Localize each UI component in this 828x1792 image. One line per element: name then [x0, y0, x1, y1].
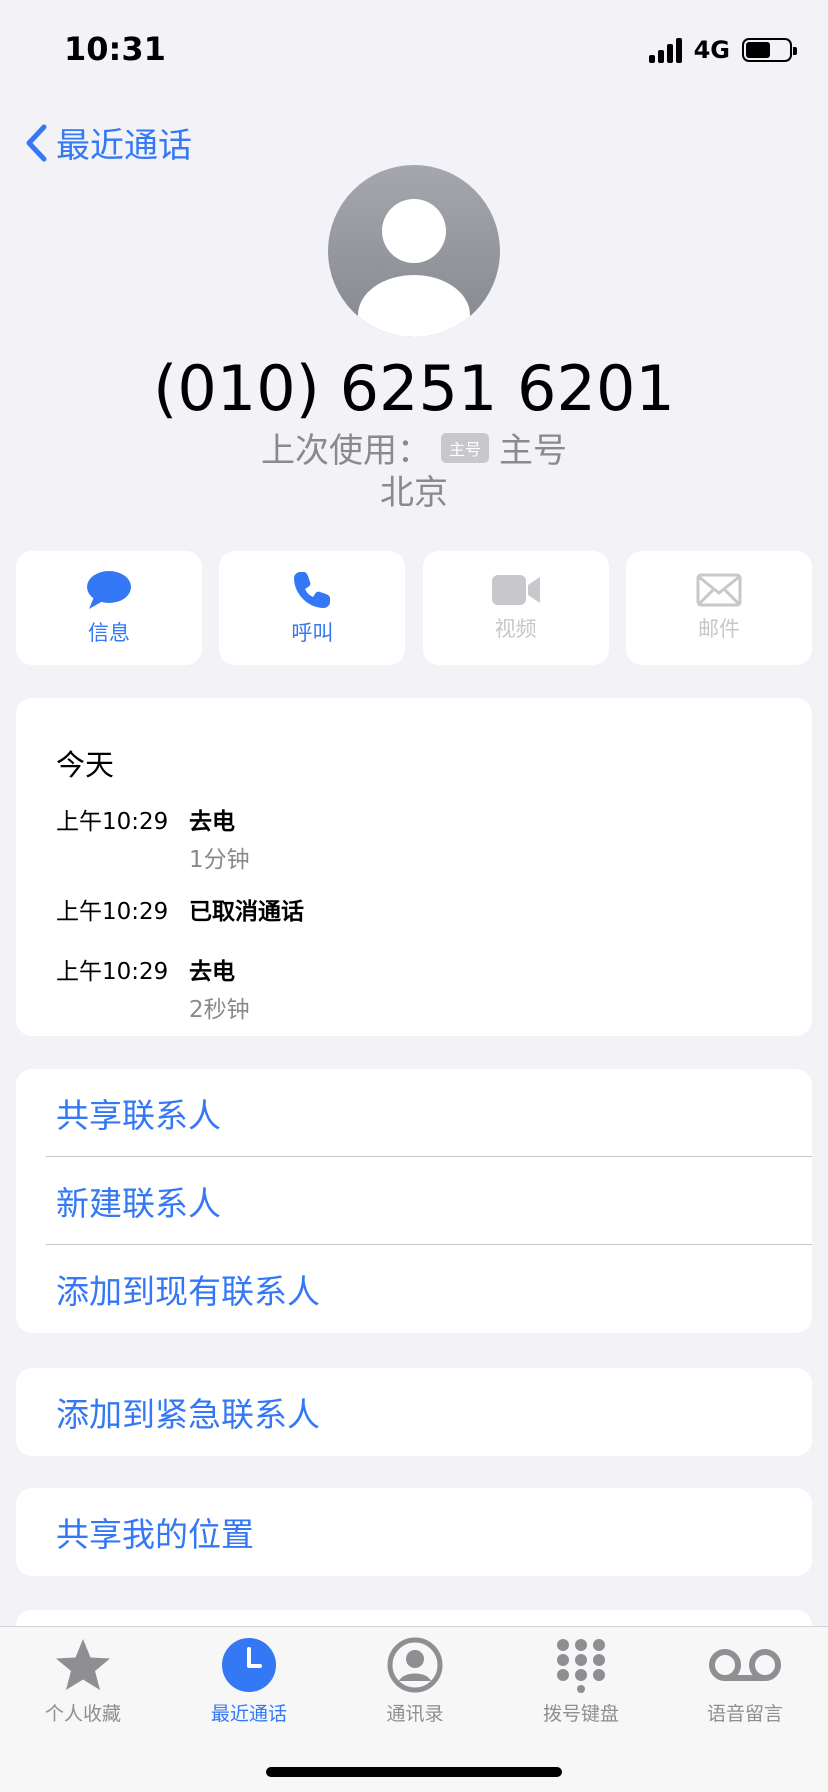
person-silhouette-icon	[358, 199, 470, 337]
tab-recents[interactable]: 最近通话	[166, 1637, 332, 1726]
call-time: 上午10:29	[56, 959, 169, 985]
call-label: 呼叫	[291, 621, 334, 645]
keypad-icon	[557, 1639, 605, 1693]
call-type: 去电	[189, 809, 235, 835]
battery-icon	[742, 38, 797, 62]
tab-keypad[interactable]: 拨号键盘	[498, 1637, 664, 1726]
mail-label: 邮件	[697, 617, 740, 641]
status-icons: 4G	[648, 36, 797, 64]
call-type: 去电	[189, 959, 235, 985]
message-icon	[87, 571, 131, 609]
tab-label: 个人收藏	[44, 1703, 121, 1725]
star-icon	[56, 1639, 110, 1690]
emergency-card: 添加到紧急联系人	[16, 1368, 812, 1456]
message-button[interactable]: 信息	[16, 551, 202, 665]
share-contact-button[interactable]: 共享联系人	[16, 1069, 812, 1157]
video-icon	[491, 575, 540, 605]
phone-number: (010) 6251 6201	[153, 352, 675, 425]
person-circle-icon	[387, 1637, 443, 1693]
line-tag: 主号	[440, 432, 489, 463]
new-contact-button[interactable]: 新建联系人	[16, 1157, 812, 1245]
network-type: 4G	[693, 36, 730, 64]
back-label: 最近通话	[56, 126, 192, 166]
call-time: 上午10:29	[56, 809, 169, 835]
tab-contacts[interactable]: 通讯录	[332, 1637, 498, 1726]
tab-label: 拨号键盘	[542, 1703, 619, 1725]
status-time: 10:31	[64, 30, 166, 68]
mail-icon	[696, 573, 742, 607]
signal-icon	[648, 37, 682, 63]
tab-favorites[interactable]: 个人收藏	[0, 1637, 166, 1726]
video-label: 视频	[494, 617, 537, 641]
back-button[interactable]: 最近通话	[24, 118, 192, 167]
location: 北京	[380, 473, 448, 513]
add-emergency-contact-button[interactable]: 添加到紧急联系人	[16, 1368, 812, 1456]
clock-icon	[222, 1638, 276, 1692]
chevron-left-icon	[26, 124, 47, 161]
add-existing-contact-button[interactable]: 添加到现有联系人	[16, 1245, 812, 1333]
home-indicator	[266, 1767, 562, 1777]
tab-voicemail[interactable]: 语音留言	[662, 1637, 828, 1726]
contact-actions-card: 共享联系人 新建联系人 添加到现有联系人	[16, 1069, 812, 1333]
tab-label: 最近通话	[210, 1703, 287, 1725]
message-label: 信息	[88, 621, 130, 645]
call-button[interactable]: 呼叫	[219, 551, 406, 665]
call-time: 上午10:29	[56, 899, 169, 925]
avatar	[328, 165, 500, 337]
action-buttons: 信息 呼叫 视频 邮件	[16, 551, 812, 665]
status-bar: 10:31 4G	[0, 0, 828, 100]
phone-icon	[294, 572, 331, 608]
location-card: 共享我的位置	[16, 1488, 812, 1576]
tab-bar: 个人收藏 最近通话 通讯录 拨号键盘 语音留言	[0, 1626, 828, 1792]
voicemail-icon	[709, 1649, 781, 1681]
tab-label: 通讯录	[386, 1703, 444, 1725]
history-date-header: 今天	[56, 748, 115, 782]
tab-label: 语音留言	[706, 1703, 783, 1725]
call-duration: 2秒钟	[189, 997, 250, 1023]
mail-button[interactable]: 邮件	[625, 551, 812, 665]
call-duration: 1分钟	[189, 847, 250, 873]
video-button[interactable]: 视频	[422, 551, 609, 665]
call-history-card: 今天 上午10:29 去电 1分钟 上午10:29 已取消通话 上午10:29 …	[16, 698, 812, 1036]
call-type: 已取消通话	[189, 899, 304, 925]
share-location-button[interactable]: 共享我的位置	[16, 1488, 812, 1576]
